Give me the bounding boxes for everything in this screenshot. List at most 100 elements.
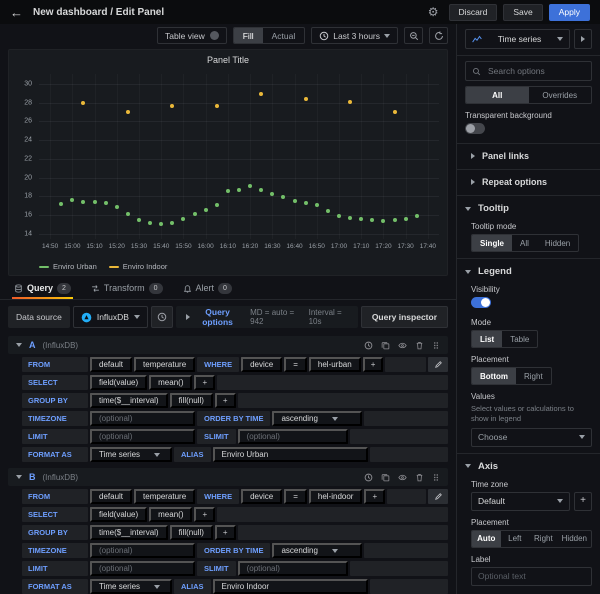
limit-input[interactable]: (optional) xyxy=(90,561,195,576)
tooltip-single-option[interactable]: Single xyxy=(472,235,512,251)
transparent-background-toggle[interactable] xyxy=(465,123,485,134)
search-options-input[interactable] xyxy=(486,65,585,77)
add-group-by-button[interactable]: + xyxy=(215,393,236,408)
zoom-out-button[interactable] xyxy=(404,27,423,44)
slimit-input[interactable]: (optional) xyxy=(238,429,348,444)
order-by-time-select[interactable]: ascending xyxy=(272,411,362,426)
add-select-button[interactable]: + xyxy=(194,375,215,390)
tab-all[interactable]: All xyxy=(466,87,529,103)
axis-timezone-select[interactable]: Default xyxy=(471,492,570,511)
duplicate-query-button[interactable] xyxy=(381,473,390,482)
repeat-options-section[interactable]: Repeat options xyxy=(465,170,592,189)
settings-button[interactable]: ⚙ xyxy=(424,6,443,18)
add-condition-button[interactable]: + xyxy=(363,357,384,372)
format-as-select[interactable]: Time series xyxy=(90,447,172,462)
axis-placement-left-option[interactable]: Left xyxy=(501,531,530,547)
actual-button[interactable]: Actual xyxy=(263,28,305,43)
legend-section-header[interactable]: Legend xyxy=(465,259,592,278)
order-by-time-select[interactable]: ascending xyxy=(272,543,362,558)
legend-values-select[interactable]: Choose xyxy=(471,428,592,447)
group-by-time-segment[interactable]: time($__interval) xyxy=(90,393,168,408)
select-aggregate-segment[interactable]: mean() xyxy=(149,507,192,522)
tab-query[interactable]: Query 2 xyxy=(12,278,73,299)
select-aggregate-segment[interactable]: mean() xyxy=(149,375,192,390)
query-history-button[interactable] xyxy=(151,306,173,328)
drag-handle[interactable] xyxy=(432,341,440,350)
query-inspector-button[interactable]: Query inspector xyxy=(361,306,448,328)
group-by-time-segment[interactable]: time($__interval) xyxy=(90,525,168,540)
add-group-by-button[interactable]: + xyxy=(215,525,236,540)
data-point xyxy=(70,198,74,202)
fill-button[interactable]: Fill xyxy=(234,28,263,43)
apply-button[interactable]: Apply xyxy=(549,4,590,21)
alias-input[interactable]: Enviro Indoor xyxy=(213,579,368,594)
query-history-button[interactable] xyxy=(364,341,373,350)
tooltip-all-option[interactable]: All xyxy=(512,235,537,251)
tab-transform[interactable]: Transform 0 xyxy=(89,278,165,299)
tab-alert[interactable]: Alert 0 xyxy=(181,278,234,299)
where-operator-segment[interactable]: = xyxy=(284,489,307,504)
disable-query-button[interactable] xyxy=(398,341,407,350)
where-key-segment[interactable]: device xyxy=(241,489,282,504)
where-operator-segment[interactable]: = xyxy=(284,357,307,372)
drag-handle[interactable] xyxy=(432,473,440,482)
select-field-segment[interactable]: field(value) xyxy=(90,375,147,390)
axis-placement-hidden-option[interactable]: Hidden xyxy=(558,531,591,547)
disable-query-button[interactable] xyxy=(398,473,407,482)
legend-mode-list-option[interactable]: List xyxy=(472,331,502,347)
slimit-input[interactable]: (optional) xyxy=(238,561,348,576)
tab-overrides[interactable]: Overrides xyxy=(529,87,592,103)
delete-query-button[interactable] xyxy=(415,473,424,482)
timezone-input[interactable]: (optional) xyxy=(90,543,195,558)
datasource-picker[interactable]: InfluxDB xyxy=(73,306,148,328)
alias-input[interactable]: Enviro Urban xyxy=(213,447,368,462)
group-by-fill-segment[interactable]: fill(null) xyxy=(170,525,213,540)
back-button[interactable]: ← xyxy=(10,6,23,19)
legend-placement-right-option[interactable]: Right xyxy=(516,368,551,384)
axis-placement-right-option[interactable]: Right xyxy=(529,531,558,547)
from-policy-segment[interactable]: default xyxy=(90,489,132,504)
axis-section-header[interactable]: Axis xyxy=(465,454,592,473)
table-view-toggle[interactable]: Table view xyxy=(157,27,227,44)
tooltip-section-header[interactable]: Tooltip xyxy=(465,196,592,215)
panel-links-section[interactable]: Panel links xyxy=(465,144,592,163)
query-options-toggle[interactable]: Query options xyxy=(186,307,240,327)
from-policy-segment[interactable]: default xyxy=(90,357,132,372)
axis-placement-auto-option[interactable]: Auto xyxy=(472,531,501,547)
axis-label-input[interactable] xyxy=(471,567,592,586)
edit-query-button[interactable] xyxy=(428,489,448,504)
add-select-button[interactable]: + xyxy=(194,507,215,522)
timezone-input[interactable]: (optional) xyxy=(90,411,195,426)
query-b-header[interactable]: B (InfluxDB) xyxy=(8,468,448,486)
format-as-select[interactable]: Time series xyxy=(90,579,172,594)
limit-input[interactable]: (optional) xyxy=(90,429,195,444)
duplicate-query-button[interactable] xyxy=(381,341,390,350)
visualization-picker[interactable]: Time series xyxy=(465,29,570,49)
legend-visibility-toggle[interactable] xyxy=(471,297,491,308)
edit-query-button[interactable] xyxy=(428,357,448,372)
from-row: FROM default temperature WHERE device = … xyxy=(22,489,448,504)
refresh-button[interactable] xyxy=(429,27,448,44)
add-timezone-button[interactable]: + xyxy=(574,492,592,511)
where-value-segment[interactable]: hel-urban xyxy=(309,357,361,372)
where-value-segment[interactable]: hel-indoor xyxy=(309,489,363,504)
query-a-header[interactable]: A (InfluxDB) xyxy=(8,336,448,354)
add-condition-button[interactable]: + xyxy=(364,489,385,504)
save-button[interactable]: Save xyxy=(503,4,542,21)
collapse-options-button[interactable] xyxy=(574,29,592,49)
legend-item[interactable]: Enviro Urban xyxy=(39,262,97,271)
group-by-fill-segment[interactable]: fill(null) xyxy=(170,393,213,408)
discard-button[interactable]: Discard xyxy=(449,4,498,21)
legend-item[interactable]: Enviro Indoor xyxy=(109,262,168,271)
from-measurement-segment[interactable]: temperature xyxy=(134,489,195,504)
panel-preview[interactable]: Panel Title 141618202224262830 14:5015:0… xyxy=(8,49,448,275)
select-field-segment[interactable]: field(value) xyxy=(90,507,147,522)
from-measurement-segment[interactable]: temperature xyxy=(134,357,195,372)
where-key-segment[interactable]: device xyxy=(241,357,282,372)
legend-placement-bottom-option[interactable]: Bottom xyxy=(472,368,516,384)
legend-mode-table-option[interactable]: Table xyxy=(502,331,537,347)
tooltip-hidden-option[interactable]: Hidden xyxy=(537,235,578,251)
delete-query-button[interactable] xyxy=(415,341,424,350)
time-range-picker[interactable]: Last 3 hours xyxy=(311,27,398,44)
query-history-button[interactable] xyxy=(364,473,373,482)
